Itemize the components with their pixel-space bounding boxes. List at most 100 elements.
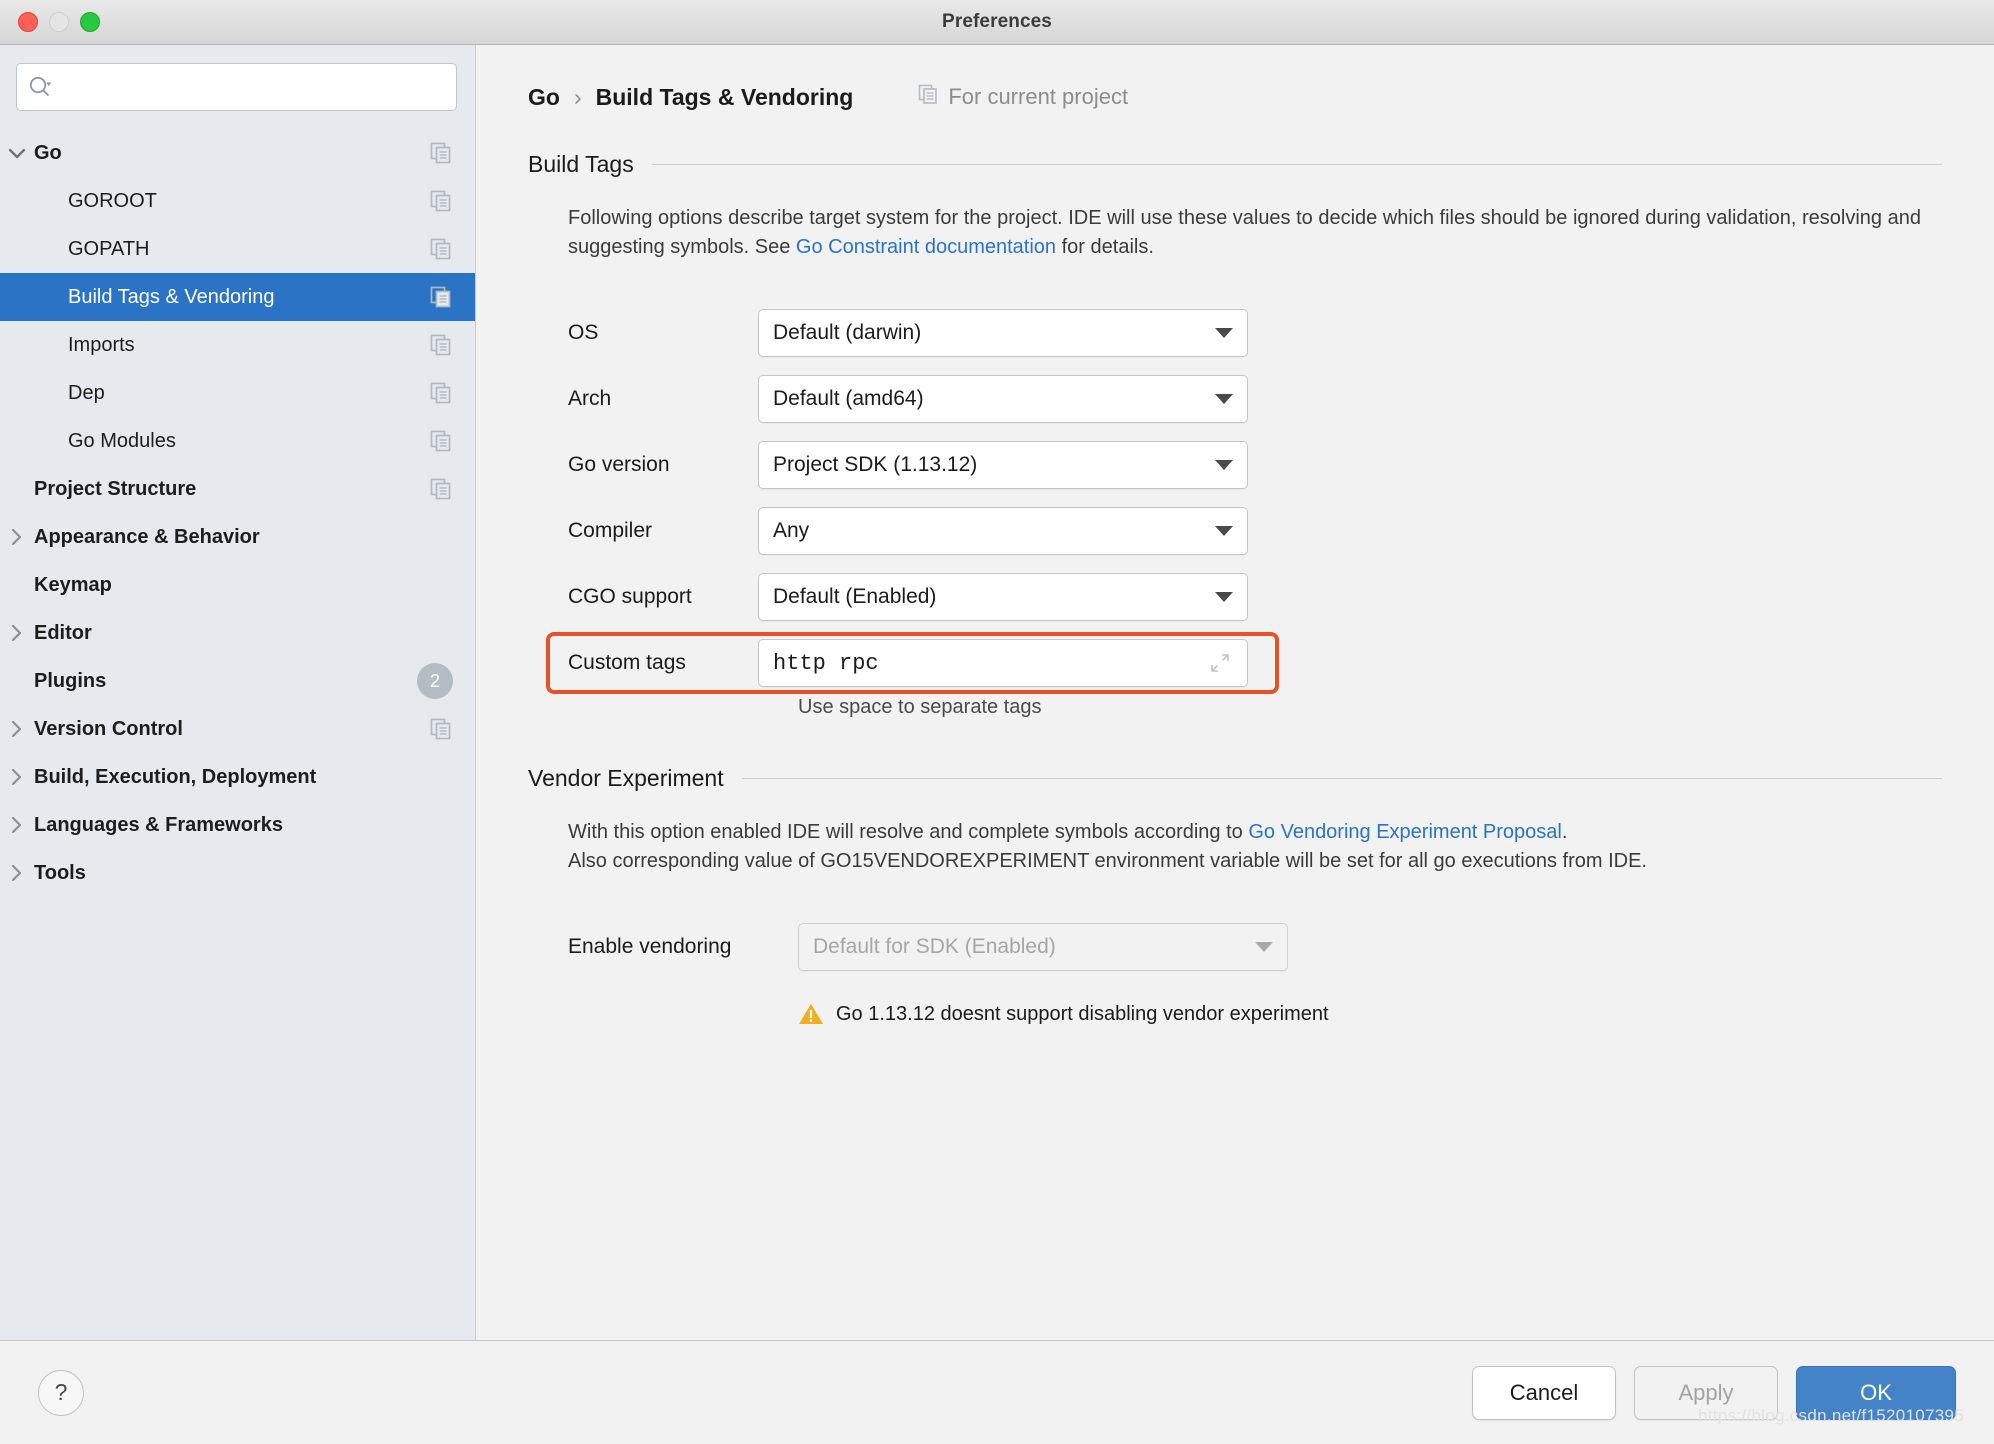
chevron-right-icon[interactable] bbox=[0, 862, 34, 884]
preferences-window: Preferences Go GOROOT GOPATH Build Tags & V bbox=[0, 0, 1994, 1444]
go-vendoring-proposal-link[interactable]: Go Vendoring Experiment Proposal bbox=[1248, 821, 1562, 843]
build-tags-description: Following options describe target system… bbox=[568, 204, 1942, 262]
sidebar-item-label: Editor bbox=[34, 621, 92, 644]
breadcrumb: Go › Build Tags & Vendoring For current … bbox=[528, 83, 1942, 111]
section-divider bbox=[651, 164, 1942, 165]
for-current-project-label: For current project bbox=[948, 84, 1129, 109]
sidebar-item-label: Go bbox=[34, 141, 62, 164]
search-box[interactable] bbox=[16, 63, 457, 111]
sidebar-item-keymap[interactable]: Keymap bbox=[0, 561, 475, 609]
copy-settings-icon[interactable] bbox=[429, 285, 453, 309]
sidebar-item-adornment bbox=[429, 189, 453, 213]
compiler-value: Any bbox=[773, 519, 810, 542]
build-tags-title: Build Tags bbox=[528, 151, 634, 177]
sidebar-item-gopath[interactable]: GOPATH bbox=[0, 225, 475, 273]
go-version-dropdown[interactable]: Project SDK (1.13.12) bbox=[758, 441, 1248, 489]
sidebar-item-version-control[interactable]: Version Control bbox=[0, 705, 475, 753]
sidebar-item-label: Dep bbox=[68, 381, 105, 404]
sidebar-item-label: Imports bbox=[68, 333, 135, 356]
vendor-desc-text-2: . bbox=[1561, 821, 1568, 843]
arch-row: Arch Default (amd64) bbox=[568, 366, 1942, 432]
chevron-down-icon bbox=[1215, 328, 1233, 338]
sidebar-item-languages-frameworks[interactable]: Languages & Frameworks bbox=[0, 801, 475, 849]
chevron-right-icon[interactable] bbox=[0, 622, 34, 644]
chevron-right-icon[interactable] bbox=[0, 766, 34, 788]
sidebar-item-adornment bbox=[429, 285, 453, 309]
build-tags-fields: OS Default (darwin) Arch Default (amd64) Go … bbox=[568, 300, 1942, 630]
go-version-label: Go version bbox=[568, 453, 670, 476]
vendor-fields: Enable vendoring Default for SDK (Enable… bbox=[568, 914, 1942, 1026]
compiler-dropdown[interactable]: Any bbox=[758, 507, 1248, 555]
cancel-button[interactable]: Cancel bbox=[1472, 1365, 1616, 1420]
search-input[interactable] bbox=[57, 77, 446, 97]
custom-tags-label: Custom tags bbox=[568, 651, 686, 674]
cgo-support-dropdown[interactable]: Default (Enabled) bbox=[758, 573, 1248, 621]
copy-settings-icon[interactable] bbox=[429, 477, 453, 501]
sidebar-item-project-structure[interactable]: Project Structure bbox=[0, 465, 475, 513]
settings-main-panel: Go › Build Tags & Vendoring For current … bbox=[476, 45, 1994, 1340]
compiler-label: Compiler bbox=[568, 519, 653, 542]
arch-dropdown[interactable]: Default (amd64) bbox=[758, 375, 1248, 423]
custom-tags-value: http rpc bbox=[773, 650, 879, 676]
chevron-right-icon[interactable] bbox=[0, 814, 34, 836]
copy-settings-icon[interactable] bbox=[429, 333, 453, 357]
sidebar-item-label: Languages & Frameworks bbox=[34, 813, 283, 836]
copy-settings-icon[interactable] bbox=[429, 717, 453, 741]
sidebar-item-go[interactable]: Go bbox=[0, 129, 475, 177]
chevron-down-icon bbox=[1215, 592, 1233, 602]
enable-vendoring-row: Enable vendoring Default for SDK (Enable… bbox=[568, 914, 1942, 980]
custom-tags-input[interactable]: http rpc bbox=[758, 639, 1248, 687]
sidebar-item-editor[interactable]: Editor bbox=[0, 609, 475, 657]
copy-settings-icon[interactable] bbox=[429, 189, 453, 213]
custom-tags-row: Custom tags http rpc bbox=[546, 630, 1301, 696]
vendor-desc-text-1: With this option enabled IDE will resolv… bbox=[568, 821, 1249, 843]
sidebar-item-adornment bbox=[429, 381, 453, 405]
go-constraint-documentation-link[interactable]: Go Constraint documentation bbox=[796, 236, 1056, 258]
sidebar-item-appearance-behavior[interactable]: Appearance & Behavior bbox=[0, 513, 475, 561]
breadcrumb-root[interactable]: Go bbox=[528, 84, 560, 111]
os-dropdown[interactable]: Default (darwin) bbox=[758, 309, 1248, 357]
vendor-warning: Go 1.13.12 doesnt support disabling vend… bbox=[798, 1002, 1942, 1026]
compiler-row: Compiler Any bbox=[568, 498, 1942, 564]
plugins-update-badge: 2 bbox=[417, 663, 453, 699]
sidebar-item-tools[interactable]: Tools bbox=[0, 849, 475, 897]
expand-icon[interactable] bbox=[1207, 650, 1233, 676]
sidebar-item-label: Appearance & Behavior bbox=[34, 525, 260, 548]
sidebar-item-plugins[interactable]: Plugins 2 bbox=[0, 657, 475, 705]
chevron-right-icon[interactable] bbox=[0, 718, 34, 740]
help-button[interactable]: ? bbox=[38, 1369, 84, 1416]
copy-settings-icon[interactable] bbox=[429, 141, 453, 165]
sidebar-item-adornment bbox=[429, 237, 453, 261]
chevron-down-icon bbox=[1215, 460, 1233, 470]
sidebar-item-adornment bbox=[429, 333, 453, 357]
sidebar-item-build-tags-vendoring[interactable]: Build Tags & Vendoring bbox=[0, 273, 475, 321]
sidebar-item-go-modules[interactable]: Go Modules bbox=[0, 417, 475, 465]
go-version-row: Go version Project SDK (1.13.12) bbox=[568, 432, 1942, 498]
window-body: Go GOROOT GOPATH Build Tags & Vendoring Impo… bbox=[0, 45, 1994, 1340]
go-version-value: Project SDK (1.13.12) bbox=[773, 453, 978, 476]
os-label: OS bbox=[568, 321, 599, 344]
dialog-footer: ? Cancel Apply OK https://blog.csdn.net/… bbox=[0, 1340, 1994, 1444]
copy-settings-icon[interactable] bbox=[429, 381, 453, 405]
copy-settings-icon[interactable] bbox=[429, 429, 453, 453]
section-divider bbox=[741, 778, 1942, 779]
sidebar-item-label: Build Tags & Vendoring bbox=[68, 285, 275, 308]
title-bar: Preferences bbox=[0, 0, 1994, 45]
chevron-down-icon[interactable] bbox=[0, 145, 34, 161]
sidebar-item-label: Project Structure bbox=[34, 477, 197, 500]
vendor-desc-line-2: Also corresponding value of GO15VENDOREX… bbox=[568, 850, 1647, 872]
search-container bbox=[0, 63, 475, 111]
chevron-right-icon[interactable] bbox=[0, 526, 34, 548]
arch-label: Arch bbox=[568, 387, 612, 410]
sidebar-item-label: GOPATH bbox=[68, 237, 150, 260]
vendor-experiment-title: Vendor Experiment bbox=[528, 765, 724, 791]
search-icon bbox=[27, 74, 53, 100]
cgo-support-row: CGO support Default (Enabled) bbox=[568, 564, 1942, 630]
for-current-project: For current project bbox=[917, 83, 1128, 111]
vendor-experiment-description: With this option enabled IDE will resolv… bbox=[568, 818, 1942, 876]
sidebar-item-dep[interactable]: Dep bbox=[0, 369, 475, 417]
sidebar-item-imports[interactable]: Imports bbox=[0, 321, 475, 369]
sidebar-item-goroot[interactable]: GOROOT bbox=[0, 177, 475, 225]
sidebar-item-build-execution-deployment[interactable]: Build, Execution, Deployment bbox=[0, 753, 475, 801]
copy-settings-icon[interactable] bbox=[429, 237, 453, 261]
